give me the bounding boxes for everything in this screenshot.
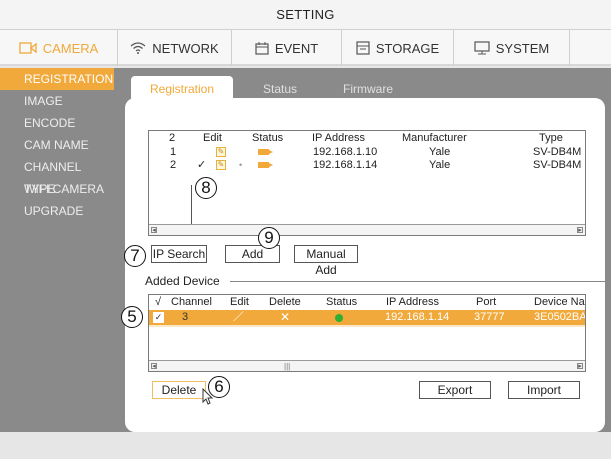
- row-type: SV-DB4M: [533, 159, 582, 171]
- sidebar-item-image[interactable]: IMAGE: [0, 90, 114, 112]
- table-row[interactable]: 2 ✓ ✎ • 192.168.1.14 Yale SV-DB4M: [149, 159, 585, 172]
- row-separator: [149, 325, 585, 327]
- ip-search-button[interactable]: IP Search: [151, 245, 207, 263]
- col-status: Status: [252, 132, 284, 144]
- scroll-right-icon[interactable]: ▸: [577, 363, 583, 370]
- callout-5: 5: [121, 306, 143, 328]
- sidebar-item-upgrade[interactable]: UPGRADE: [0, 200, 114, 222]
- callout-6: 6: [208, 376, 230, 398]
- col-count: 2: [169, 132, 176, 144]
- horizontal-scrollbar[interactable]: ◂ ▸ |||: [149, 360, 585, 371]
- delete-icon[interactable]: ✕: [280, 310, 290, 325]
- row-checkbox[interactable]: ✓: [153, 312, 164, 323]
- row-no: 2: [170, 159, 177, 171]
- delete-button[interactable]: Delete: [152, 381, 206, 399]
- tab-event-label: EVENT: [274, 40, 319, 56]
- tab-camera[interactable]: CAMERA: [0, 30, 118, 66]
- main-area: REGISTRATION IMAGE ENCODE CAM NAME CHANN…: [0, 68, 611, 432]
- row-type: SV-DB4M: [533, 146, 582, 158]
- col-type: Type: [539, 132, 563, 144]
- import-button[interactable]: Import: [508, 381, 580, 399]
- wifi-icon: [130, 42, 146, 54]
- registration-panel: 2 Edit Status IP Address Manufacturer Ty…: [125, 98, 605, 432]
- table-row[interactable]: ✓ 3 ／ ✕ 192.168.1.14 37777 3E0502BAAC: [149, 310, 585, 325]
- sidebar-item-encode[interactable]: ENCODE: [0, 112, 114, 134]
- col-check: √: [155, 296, 162, 308]
- pointer-line: [191, 185, 192, 225]
- monitor-icon: [474, 41, 490, 55]
- manual-add-button[interactable]: Manual Add: [294, 245, 358, 277]
- event-icon: [255, 42, 269, 55]
- tab-system-label: SYSTEM: [495, 40, 550, 56]
- added-list-header: √ Channel Edit Delete Status IP Address …: [149, 295, 585, 309]
- sidebar-item-wifi-camera[interactable]: WIFI CAMERA: [0, 178, 114, 200]
- tab-event[interactable]: EVENT: [232, 30, 342, 66]
- col-ip: IP Address: [386, 296, 439, 308]
- scroll-grip-icon[interactable]: |||: [284, 362, 290, 371]
- added-device-list[interactable]: √ Channel Edit Delete Status IP Address …: [148, 294, 586, 372]
- tab-camera-label: CAMERA: [42, 40, 99, 56]
- row-ip: 192.168.1.14: [385, 311, 450, 323]
- row-ip: 192.168.1.14: [313, 159, 378, 171]
- tab-storage-label: STORAGE: [375, 40, 440, 56]
- added-device-label: Added Device: [145, 274, 220, 288]
- export-button[interactable]: Export: [419, 381, 491, 399]
- tab-system[interactable]: SYSTEM: [454, 30, 570, 66]
- row-port: 37777: [474, 311, 505, 323]
- row-ip: 192.168.1.10: [313, 146, 378, 158]
- sidebar: REGISTRATION IMAGE ENCODE CAM NAME CHANN…: [0, 68, 114, 222]
- col-delete: Delete: [269, 296, 301, 308]
- col-port: Port: [476, 296, 497, 308]
- col-edit: Edit: [230, 296, 249, 308]
- tab-storage[interactable]: STORAGE: [342, 30, 454, 66]
- col-channel: Channel: [171, 296, 212, 308]
- horizontal-scrollbar[interactable]: ◂ ▸: [149, 224, 585, 235]
- camera-icon: [19, 42, 37, 54]
- row-manufacturer: Yale: [429, 159, 451, 171]
- section-divider: [230, 281, 605, 282]
- callout-7: 7: [124, 245, 146, 267]
- col-ip: IP Address: [312, 132, 365, 144]
- tab-network-label: NETWORK: [152, 40, 219, 56]
- storage-icon: [356, 41, 370, 55]
- sidebar-item-cam-name[interactable]: CAM NAME: [0, 134, 114, 156]
- window-title: SETTING: [0, 0, 611, 30]
- dot-icon: •: [239, 160, 243, 170]
- pencil-icon[interactable]: ／: [233, 310, 244, 325]
- top-nav: CAMERA NETWORK EVENT STORAGE SYSTEM: [0, 30, 611, 66]
- col-manufacturer: Manufacturer: [402, 132, 467, 144]
- table-row[interactable]: 1 ✎ 192.168.1.10 Yale SV-DB4M: [149, 146, 585, 159]
- row-device-name: 3E0502BAAC: [534, 311, 586, 323]
- col-device-name: Device Na: [534, 296, 585, 308]
- sidebar-item-registration[interactable]: REGISTRATION: [0, 68, 114, 90]
- col-edit: Edit: [203, 132, 222, 144]
- tab-network[interactable]: NETWORK: [118, 30, 232, 66]
- callout-8: 8: [195, 177, 217, 199]
- footer-bar: [0, 432, 611, 459]
- row-manufacturer: Yale: [429, 146, 451, 158]
- row-channel: 3: [182, 311, 189, 323]
- row-no: 1: [170, 146, 177, 158]
- sidebar-item-channel-type[interactable]: CHANNEL TYPE: [0, 156, 114, 196]
- search-list-header: 2 Edit Status IP Address Manufacturer Ty…: [149, 131, 585, 145]
- col-status: Status: [326, 296, 358, 308]
- scroll-right-icon[interactable]: ▸: [577, 227, 583, 234]
- scroll-left-icon[interactable]: ◂: [151, 227, 157, 234]
- callout-9: 9: [258, 227, 280, 249]
- scroll-left-icon[interactable]: ◂: [151, 363, 157, 370]
- check-icon[interactable]: ✓: [197, 159, 206, 172]
